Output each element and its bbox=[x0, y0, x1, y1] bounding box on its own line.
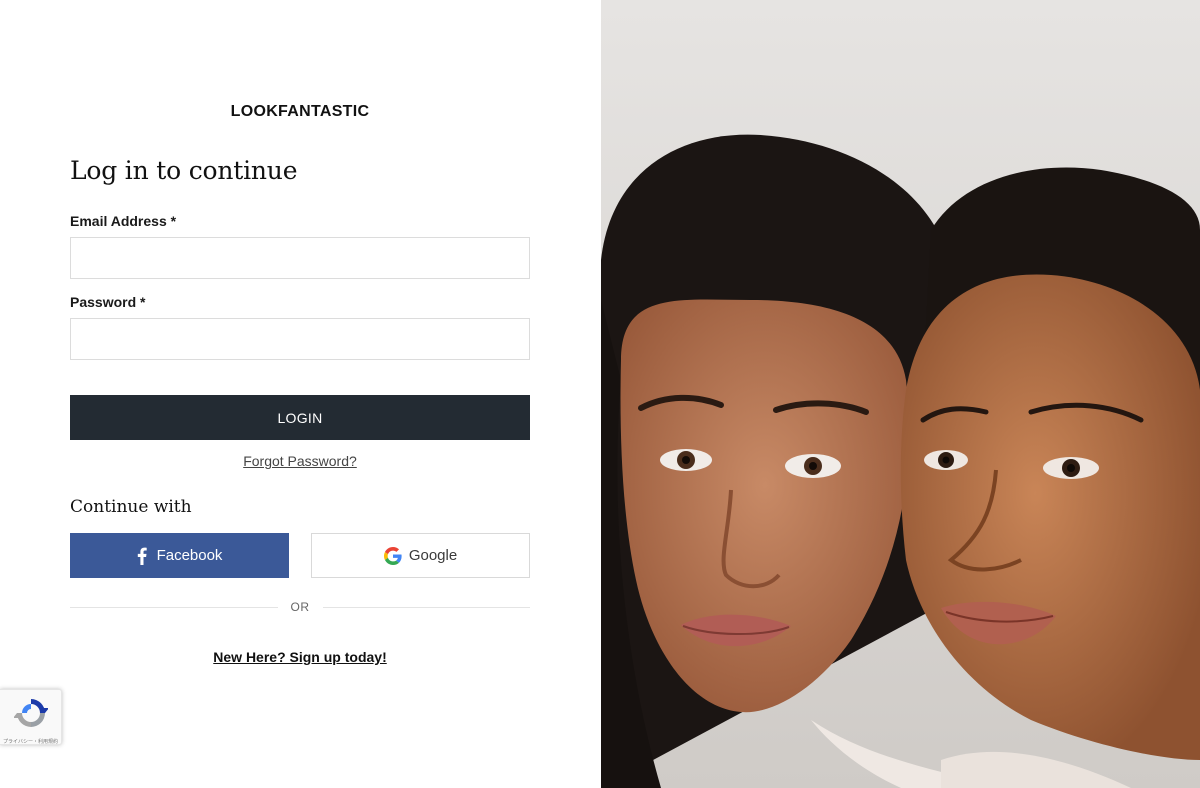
google-login-button[interactable]: Google bbox=[311, 533, 530, 578]
brand-logo[interactable]: LOOKFANTASTIC bbox=[70, 103, 530, 121]
recaptcha-icon bbox=[12, 696, 49, 735]
or-divider: OR bbox=[70, 598, 530, 616]
recaptcha-badge[interactable]: プライバシー・利用規約 bbox=[0, 689, 62, 745]
divider-line-right bbox=[322, 606, 530, 608]
hero-photo-illustration bbox=[601, 0, 1200, 788]
google-icon bbox=[383, 546, 402, 565]
login-panel: LOOKFANTASTIC Log in to continue Email A… bbox=[0, 0, 601, 788]
hero-photo bbox=[601, 0, 1200, 788]
or-text: OR bbox=[290, 600, 310, 614]
forgot-password-link[interactable]: Forgot Password? bbox=[243, 453, 357, 469]
password-label: Password * bbox=[70, 294, 146, 310]
email-field[interactable] bbox=[70, 237, 530, 279]
divider-line-left bbox=[70, 606, 278, 608]
facebook-login-button[interactable]: Facebook bbox=[70, 533, 289, 578]
facebook-label: Facebook bbox=[156, 547, 223, 564]
recaptcha-terms[interactable]: プライバシー・利用規約 bbox=[3, 738, 58, 745]
forgot-password-container: Forgot Password? bbox=[70, 453, 530, 469]
continue-with-heading: Continue with bbox=[70, 497, 192, 517]
password-field[interactable] bbox=[70, 318, 530, 360]
login-button[interactable]: LOGIN bbox=[70, 395, 530, 440]
facebook-icon bbox=[137, 547, 147, 565]
signup-container: New Here? Sign up today! bbox=[70, 649, 530, 665]
google-label: Google bbox=[408, 547, 458, 564]
signup-link[interactable]: New Here? Sign up today! bbox=[213, 649, 386, 665]
page-title: Log in to continue bbox=[70, 156, 298, 185]
email-label: Email Address * bbox=[70, 213, 177, 229]
